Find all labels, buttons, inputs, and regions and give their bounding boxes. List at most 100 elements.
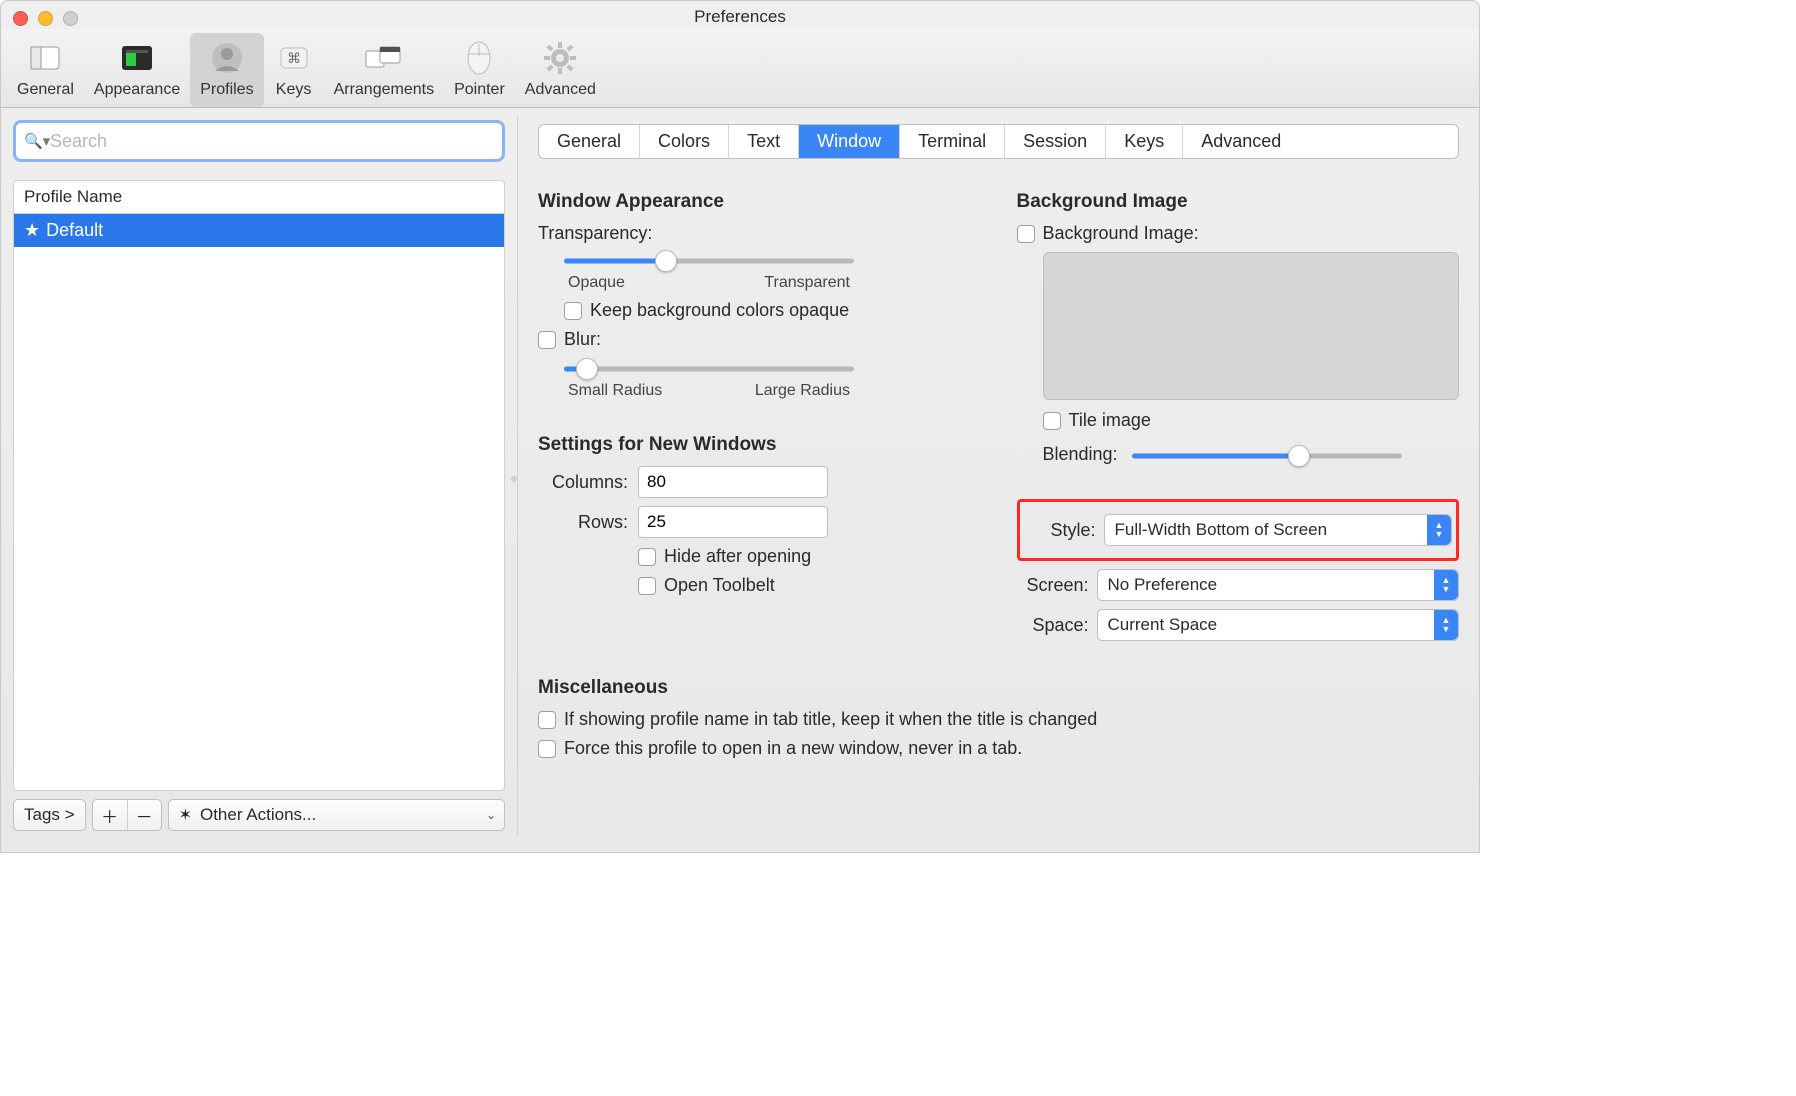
gear-icon: ✶	[179, 805, 192, 825]
toolbar-label: Advanced	[525, 81, 596, 99]
new-windows-heading: Settings for New Windows	[538, 434, 981, 456]
profiles-icon	[207, 39, 247, 77]
transparency-max-label: Transparent	[764, 274, 850, 292]
rows-input[interactable]	[638, 506, 828, 538]
columns-label: Columns:	[538, 472, 628, 493]
select-stepper-icon: ▲▼	[1427, 515, 1451, 545]
select-stepper-icon: ▲▼	[1434, 570, 1458, 600]
profile-list-actions: Tags > ＋ － ✶ Other Actions... ⌄	[13, 799, 505, 831]
blur-slider[interactable]	[564, 358, 854, 380]
search-icon: 🔍▾	[24, 132, 50, 150]
profile-list[interactable]: Profile Name ★Default	[13, 180, 505, 791]
split-divider[interactable]	[517, 116, 518, 835]
blur-label: Blur:	[564, 329, 601, 350]
svg-text:⌘: ⌘	[287, 50, 301, 66]
tab-text[interactable]: Text	[729, 125, 799, 158]
search-input[interactable]	[48, 123, 502, 159]
toolbar-advanced[interactable]: Advanced	[515, 33, 606, 107]
other-actions-label: Other Actions...	[200, 805, 316, 825]
tags-button[interactable]: Tags >	[13, 799, 86, 831]
tab-window[interactable]: Window	[799, 125, 900, 158]
columns-input[interactable]	[638, 466, 828, 498]
add-profile-button[interactable]: ＋	[93, 800, 127, 830]
screen-value: No Preference	[1108, 575, 1218, 595]
transparency-label: Transparency:	[538, 223, 981, 244]
keep-profile-name-checkbox[interactable]	[538, 711, 556, 729]
misc-heading: Miscellaneous	[538, 677, 1459, 699]
toolbar-arrangements[interactable]: Arrangements	[324, 33, 445, 107]
rows-label: Rows:	[538, 512, 628, 533]
window-controls	[13, 11, 78, 26]
remove-profile-button[interactable]: －	[127, 800, 161, 830]
preferences-body: 🔍▾ Profile Name ★Default Tags > ＋ － ✶ Ot…	[1, 108, 1479, 843]
pointer-icon	[459, 39, 499, 77]
space-select[interactable]: Current Space ▲▼	[1097, 609, 1460, 641]
chevron-down-icon: ⌄	[486, 808, 496, 822]
toolbar-label: Arrangements	[334, 81, 435, 99]
profile-tabs: General Colors Text Window Terminal Sess…	[538, 124, 1459, 159]
window-title: Preferences	[694, 7, 786, 27]
toolbar-keys[interactable]: ⌘ Keys	[264, 33, 324, 107]
background-image-label: Background Image:	[1043, 223, 1199, 244]
blending-slider[interactable]	[1132, 445, 1402, 467]
general-icon	[25, 39, 65, 77]
tab-general[interactable]: General	[539, 125, 640, 158]
keep-bg-opaque-checkbox[interactable]	[564, 302, 582, 320]
preferences-toolbar: General Appearance Profiles ⌘ Keys Arran…	[1, 29, 1479, 108]
tile-image-checkbox[interactable]	[1043, 412, 1061, 430]
add-remove-segment: ＋ －	[92, 799, 162, 831]
profile-row[interactable]: ★Default	[14, 214, 504, 247]
tab-keys[interactable]: Keys	[1106, 125, 1183, 158]
open-toolbelt-label: Open Toolbelt	[664, 575, 775, 596]
toolbar-label: Keys	[276, 81, 312, 99]
tab-colors[interactable]: Colors	[640, 125, 729, 158]
screen-select[interactable]: No Preference ▲▼	[1097, 569, 1460, 601]
zoom-window-button[interactable]	[63, 11, 78, 26]
transparency-slider[interactable]	[564, 250, 854, 272]
tile-image-label: Tile image	[1069, 410, 1151, 431]
tab-terminal[interactable]: Terminal	[900, 125, 1005, 158]
toolbar-label: General	[17, 81, 74, 99]
space-label: Space:	[1017, 615, 1089, 636]
blur-checkbox[interactable]	[538, 331, 556, 349]
close-window-button[interactable]	[13, 11, 28, 26]
toolbar-general[interactable]: General	[7, 33, 84, 107]
toolbar-appearance[interactable]: Appearance	[84, 33, 190, 107]
tab-advanced[interactable]: Advanced	[1183, 125, 1299, 158]
blur-max-label: Large Radius	[755, 382, 850, 400]
window-appearance-heading: Window Appearance	[538, 191, 981, 213]
open-toolbelt-checkbox[interactable]	[638, 577, 656, 595]
space-value: Current Space	[1108, 615, 1218, 635]
minimize-window-button[interactable]	[38, 11, 53, 26]
keys-icon: ⌘	[274, 39, 314, 77]
toolbar-pointer[interactable]: Pointer	[444, 33, 515, 107]
toolbar-label: Pointer	[454, 81, 505, 99]
blur-min-label: Small Radius	[568, 382, 662, 400]
background-image-column: Background Image Background Image: Tile …	[1017, 177, 1460, 649]
transparency-min-label: Opaque	[568, 274, 625, 292]
force-new-window-checkbox[interactable]	[538, 740, 556, 758]
tab-session[interactable]: Session	[1005, 125, 1106, 158]
profile-name: Default	[46, 220, 103, 240]
style-select[interactable]: Full-Width Bottom of Screen ▲▼	[1104, 514, 1453, 546]
other-actions-menu[interactable]: ✶ Other Actions... ⌄	[168, 799, 505, 831]
style-value: Full-Width Bottom of Screen	[1115, 520, 1328, 540]
hide-after-opening-label: Hide after opening	[664, 546, 811, 567]
background-image-well[interactable]	[1043, 252, 1460, 400]
gear-icon	[540, 39, 580, 77]
keep-profile-name-label: If showing profile name in tab title, ke…	[564, 709, 1097, 730]
screen-label: Screen:	[1017, 575, 1089, 596]
select-stepper-icon: ▲▼	[1434, 610, 1458, 640]
profiles-search[interactable]: 🔍▾	[13, 120, 505, 162]
arrangements-icon	[364, 39, 404, 77]
appearance-icon	[117, 39, 157, 77]
style-label: Style:	[1024, 520, 1096, 541]
hide-after-opening-checkbox[interactable]	[638, 548, 656, 566]
preferences-window: Preferences General Appearance Profiles …	[0, 0, 1480, 853]
background-image-heading: Background Image	[1017, 191, 1460, 213]
titlebar: Preferences	[1, 1, 1479, 29]
toolbar-profiles[interactable]: Profiles	[190, 33, 263, 107]
background-image-checkbox[interactable]	[1017, 225, 1035, 243]
force-new-window-label: Force this profile to open in a new wind…	[564, 738, 1022, 759]
toolbar-label: Appearance	[94, 81, 180, 99]
